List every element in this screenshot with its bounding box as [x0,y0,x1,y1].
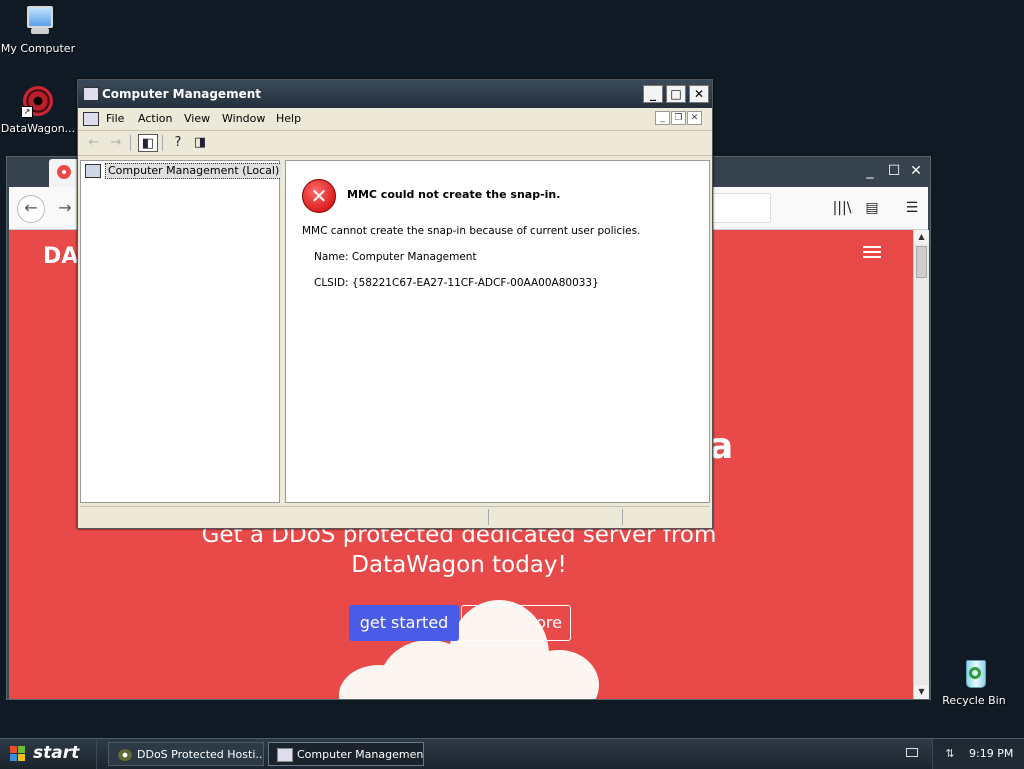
error-snapin-name: Name: Computer Management [314,251,477,263]
scroll-down-icon[interactable]: ▼ [914,685,929,699]
forward-icon[interactable]: → [106,134,126,152]
keyboard-icon[interactable] [906,748,918,757]
maximize-button[interactable]: □ [666,85,686,103]
datawagon-favicon-icon [57,165,71,179]
maximize-button[interactable]: ☐ [884,161,904,181]
computer-management-icon [83,87,99,101]
system-tray: ⇅ 9:19 PM [932,739,1024,769]
back-arrow-icon[interactable]: ← [17,195,45,223]
computer-management-app-icon [277,748,293,762]
child-restore-button[interactable]: ❐ [671,111,686,125]
taskbar: start DDoS Protected Hosti... Computer M… [0,738,1024,769]
computer-icon [85,164,101,178]
error-title: MMC could not create the snap-in. [347,188,561,201]
library-icon[interactable]: |||\ [831,197,853,219]
taskbar-button-firefox[interactable]: DDoS Protected Hosti... [108,742,264,766]
menu-view[interactable]: View [184,112,210,125]
recycle-bin-icon [957,656,991,690]
minimize-button[interactable]: _ [860,161,880,181]
desktop-icon-my-computer[interactable]: My Computer [0,4,80,55]
error-clsid: CLSID: {58221C67-EA27-11CF-ADCF-00AA00A8… [314,277,599,289]
window-title: Computer Management [102,87,261,101]
close-button[interactable]: ✕ [906,161,926,181]
scroll-up-icon[interactable]: ▲ [914,230,929,244]
menu-bar: File Action View Window Help _ ❐ ✕ [78,108,712,131]
start-label: start [33,743,80,763]
error-icon: ✕ [302,179,336,213]
show-hide-console-tree-icon[interactable]: ◧ [138,134,158,152]
browser-tab[interactable] [49,159,79,187]
status-cell [622,509,623,525]
status-cell [488,509,489,525]
help-icon[interactable]: ? [168,134,188,152]
learn-more-button[interactable]: ore [461,605,571,641]
my-computer-icon [21,4,55,38]
desktop-icon-recycle-bin[interactable]: Recycle Bin [932,656,1016,707]
site-subtitle: Get a DDoS protected dedicated server fr… [201,522,717,578]
datawagon-shortcut-icon: ↗ [21,84,55,118]
desktop-icon-label: My Computer [0,42,76,55]
minimize-button[interactable]: _ [643,85,663,103]
console-tree[interactable]: Computer Management (Local) [80,160,283,503]
scrollbar-thumb[interactable] [916,246,927,278]
child-close-button[interactable]: ✕ [687,111,702,125]
taskbar-button-label: DDoS Protected Hosti... [137,748,264,761]
show-hide-action-pane-icon[interactable]: ◨ [190,134,210,152]
clock[interactable]: 9:19 PM [969,747,1013,760]
toolbar-separator [162,135,163,151]
close-button[interactable]: ✕ [689,85,709,103]
hamburger-menu-icon[interactable]: ☰ [901,197,923,219]
error-message: MMC cannot create the snap-in because of… [302,225,641,237]
desktop-icon-label: Recycle Bin [942,694,1006,707]
desktop-icon-datawagon[interactable]: ↗ DataWagon... [0,84,80,135]
toolbar-separator [130,135,131,151]
result-pane: ✕ MMC could not create the snap-in. MMC … [285,160,710,503]
system-menu-icon[interactable] [83,112,99,126]
learn-more-label: ore [536,613,562,632]
get-started-button[interactable]: get started [349,605,459,641]
computer-management-window: Computer Management _ □ ✕ File Action Vi… [77,79,713,529]
sidebar-icon[interactable]: ▤ [861,197,883,219]
window-titlebar[interactable]: Computer Management _ □ ✕ [78,80,712,108]
taskbar-button-computer-management[interactable]: Computer Management [268,742,424,766]
back-icon[interactable]: ← [84,134,104,152]
child-minimize-button[interactable]: _ [655,111,670,125]
forward-arrow-icon[interactable]: → [53,195,77,221]
menu-file[interactable]: File [106,112,124,125]
network-icon[interactable]: ⇅ [943,748,957,760]
vertical-scrollbar[interactable]: ▲ ▼ [913,230,929,699]
start-button[interactable]: start [0,739,97,769]
toolbar: ← → ◧ ? ◨ [78,131,712,156]
menu-help[interactable]: Help [276,112,301,125]
status-bar [80,506,710,527]
windows-flag-icon [10,746,26,762]
menu-action[interactable]: Action [138,112,172,125]
site-menu-icon[interactable] [863,246,881,258]
firefox-app-icon [117,748,133,762]
menu-window[interactable]: Window [222,112,265,125]
taskbar-button-label: Computer Management [297,748,424,761]
desktop-icon-label: DataWagon... [0,122,76,135]
tree-item-label: Computer Management (Local) [105,163,283,179]
